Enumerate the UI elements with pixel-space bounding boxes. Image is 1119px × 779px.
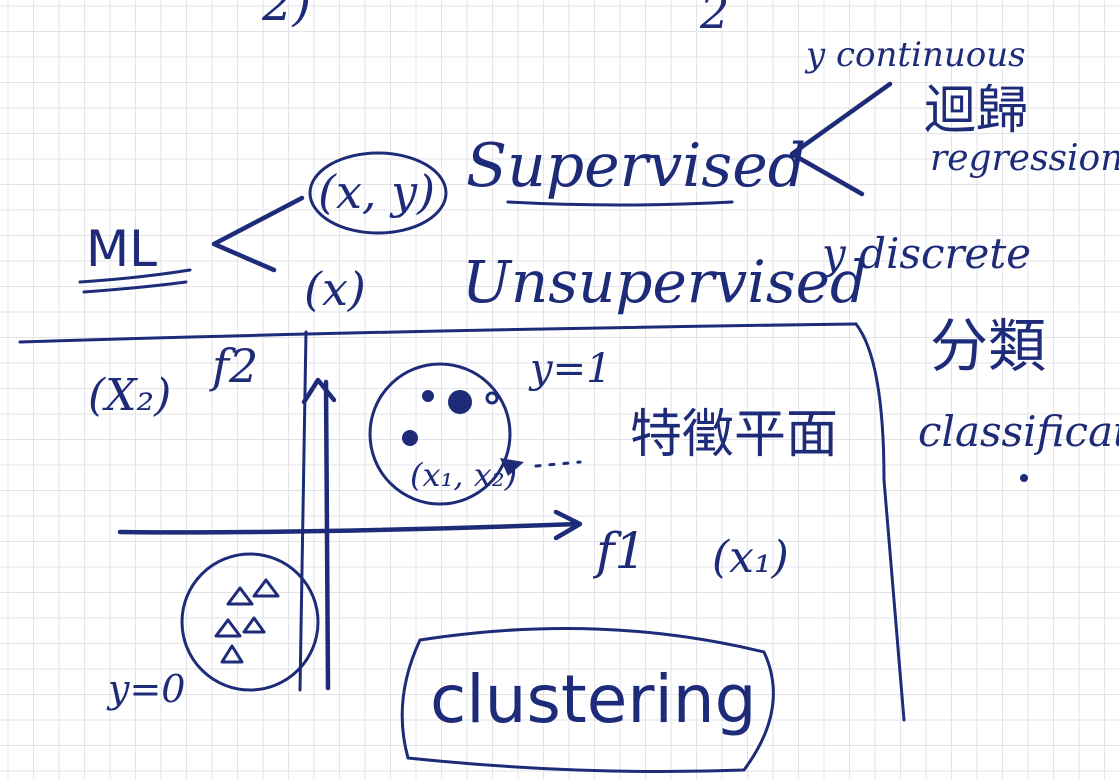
y0-label: y=0	[106, 667, 185, 711]
clustering-label: clustering	[430, 661, 757, 738]
x1x2-label: (x₁, x₂)	[410, 456, 517, 494]
f2-arrowhead	[301, 377, 337, 405]
regression-label: regression	[930, 138, 1119, 179]
data-point	[422, 390, 434, 402]
dot	[1020, 474, 1028, 482]
y1-label: y=1	[528, 346, 612, 392]
classification-label: classification	[918, 407, 1119, 456]
section-divider	[18, 322, 858, 344]
y-continuous-label: y continuous	[804, 35, 1026, 75]
whiteboard-canvas: 2) 2 ML (x, y) (x) Supervised Unsupervis…	[0, 0, 1119, 779]
top-left-mark: 2)	[261, 0, 311, 32]
f2-label: f2	[209, 339, 258, 393]
data-point	[402, 430, 418, 446]
ml-label: ML	[86, 220, 157, 278]
box-left-edge	[298, 330, 308, 692]
supervised-label: Supervised	[466, 131, 806, 201]
xy-label: (x, y)	[318, 165, 435, 219]
feature-plane-label: 特徵平面	[630, 405, 838, 465]
unsupervised-label: Unsupervised	[462, 248, 867, 316]
classification-zh-label: 分類	[930, 312, 1046, 380]
notes-drawing: 2) 2 ML (x, y) (x) Supervised Unsupervis…	[0, 0, 1119, 779]
f2-axis	[323, 379, 331, 691]
x1-label: (x₁)	[712, 532, 789, 583]
f1-label: f1	[592, 522, 646, 580]
top-mid-mark: 2	[699, 0, 729, 39]
f1-axis	[117, 521, 581, 535]
x-label: (x)	[304, 262, 366, 316]
data-point	[448, 390, 472, 414]
x2-label: (X₂)	[88, 370, 171, 421]
box-right-edge	[854, 322, 906, 722]
y-discrete-label: y discrete	[820, 229, 1031, 278]
regression-zh-label: 迴歸	[924, 81, 1028, 141]
